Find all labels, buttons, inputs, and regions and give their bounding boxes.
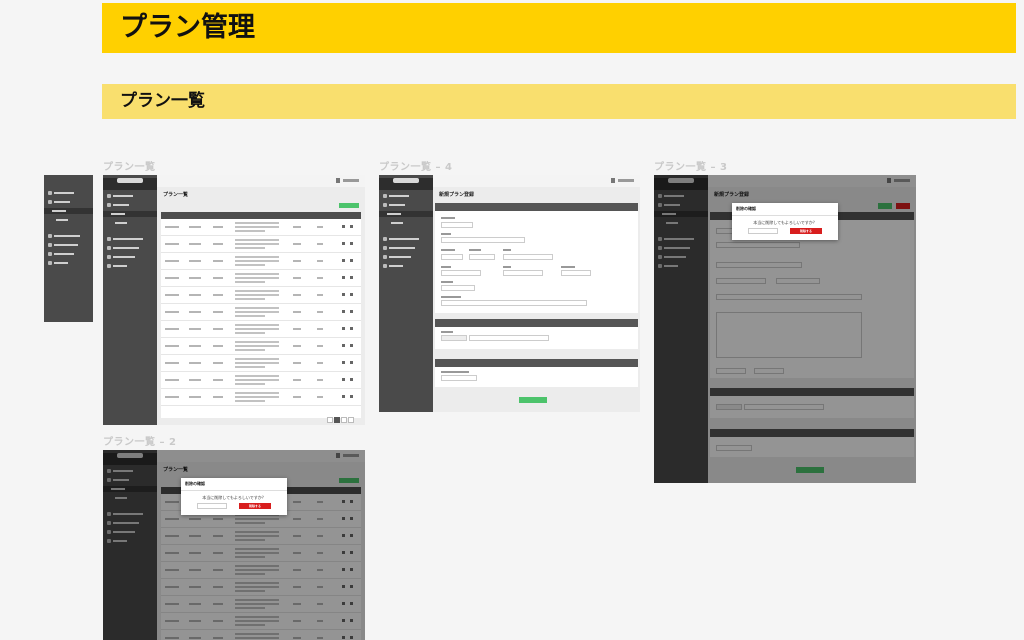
sidebar-preview [44,175,93,322]
frame-label-new: プラン一覧 – 4 [379,162,453,173]
frame-new-plan: 新規プラン登録 [379,175,640,412]
frame-label-confirm-edit: プラン一覧 – 3 [654,162,728,173]
frame-label-list: プラン一覧 [103,162,156,173]
modal-cancel-button[interactable] [748,228,778,234]
section-title: プラン一覧 [102,84,1016,119]
mock-list-heading: プラン一覧 [163,192,189,198]
modal-message: 本当に削除してもよろしいですか？ [753,220,817,225]
mock-new-heading: 新規プラン登録 [439,192,475,198]
frame-label-confirm-list: プラン一覧 – 2 [103,437,177,448]
modal-cancel-button[interactable] [197,503,227,509]
page-title: プラン管理 [102,3,1016,53]
frame-plan-list: プラン一覧 [103,175,365,425]
modal-message: 本当に削除してもよろしいですか？ [202,495,266,500]
modal-delete-button[interactable]: 削除する [239,503,271,509]
modal-title: 削除の確認 [732,203,838,216]
delete-confirm-modal-2: 削除の確認 本当に削除してもよろしいですか？ 削除する [181,478,287,515]
frame-confirm-list: プラン一覧 削除の確認 本当に削除してもよろしいですか？ 削除する [103,450,365,640]
modal-delete-button[interactable]: 削除する [790,228,822,234]
delete-confirm-modal: 削除の確認 本当に削除してもよろしいですか？ 削除する [732,203,838,240]
modal-title: 削除の確認 [181,478,287,491]
frame-confirm-edit: 新規プラン登録 削除の確認 本当に削除してもよろしいですか？ 削除する [654,175,916,483]
